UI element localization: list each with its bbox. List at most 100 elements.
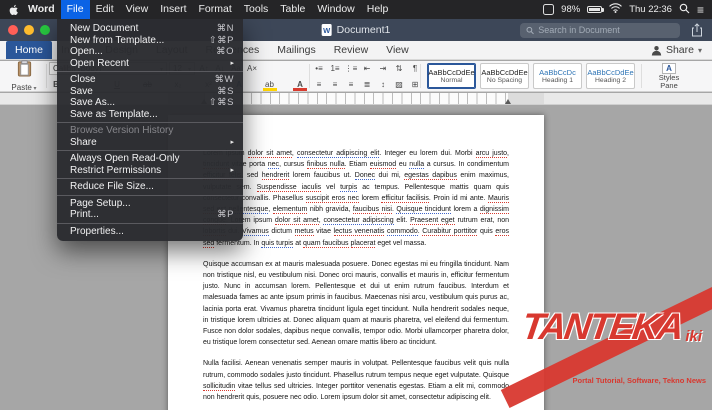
menubar-item-window[interactable]: Window bbox=[311, 0, 360, 19]
numbering-icon[interactable]: 1≡ bbox=[328, 62, 342, 75]
menu-item-shortcut: ⌘W bbox=[214, 74, 234, 85]
file-menu-item[interactable]: Close ⌘W bbox=[57, 74, 243, 86]
file-menu-item[interactable]: Open Recent ▸ bbox=[57, 58, 243, 70]
font-color-icon[interactable]: A bbox=[293, 78, 307, 91]
menubar-item-insert[interactable]: Insert bbox=[154, 0, 192, 19]
file-menu-item[interactable]: Properties... bbox=[57, 226, 243, 238]
menu-item-label: Save as Template... bbox=[70, 108, 158, 120]
style-normal[interactable]: AaBbCcDdEe Normal bbox=[427, 63, 476, 89]
file-menu-item[interactable]: Save ⌘S bbox=[57, 86, 243, 98]
paragraph: Quisque accumsan ex at mauris malesuada … bbox=[203, 260, 509, 347]
search-input[interactable] bbox=[538, 25, 674, 35]
decrease-indent-icon[interactable]: ⇤ bbox=[360, 62, 374, 75]
battery-icon[interactable] bbox=[587, 6, 605, 13]
paragraph-icons-row1: •≡ 1≡ ⋮≡ ⇤ ⇥ ⇅ ¶ bbox=[312, 62, 418, 75]
menubar-item-format[interactable]: Format bbox=[193, 0, 238, 19]
file-menu-item[interactable]: Page Setup... bbox=[57, 198, 243, 210]
align-right-icon[interactable]: ≡ bbox=[344, 78, 358, 91]
search-icon bbox=[526, 26, 534, 34]
style-preview-text: AaBbCcDdEe bbox=[428, 67, 475, 77]
titlebar-share-icon[interactable] bbox=[691, 23, 703, 42]
shading-icon[interactable]: ▨ bbox=[392, 78, 406, 91]
menubar-item-help[interactable]: Help bbox=[361, 0, 395, 19]
menubar-clock[interactable]: Thu 22:36 bbox=[629, 4, 672, 15]
menu-item-label: Save As... bbox=[70, 97, 116, 108]
paragraph: Lorem ipsum dolor sit amet, consectetur … bbox=[203, 150, 510, 248]
file-menu-item[interactable]: Always Open Read-Only bbox=[57, 153, 243, 165]
zoom-window-button[interactable] bbox=[40, 25, 50, 35]
menu-separator bbox=[57, 71, 243, 72]
file-menu-item[interactable]: Reduce File Size... bbox=[57, 181, 243, 193]
justify-icon[interactable]: ≣ bbox=[360, 78, 374, 91]
highlight-color-icon[interactable]: ab bbox=[263, 78, 277, 91]
style-name-label: Heading 2 bbox=[595, 76, 626, 84]
window-title: Document1 bbox=[336, 24, 391, 36]
file-menu-item[interactable]: Restrict Permissions ▸ bbox=[57, 165, 243, 177]
menu-extra-icon[interactable] bbox=[543, 4, 555, 15]
menubar-item-view[interactable]: View bbox=[120, 0, 155, 19]
menubar-item-word[interactable]: Word bbox=[22, 0, 61, 19]
paragraph-icons-row2: ≡ ≡ ≡ ≣ ↕ ▨ ⊞ bbox=[312, 78, 419, 91]
bullets-icon[interactable]: •≡ bbox=[312, 62, 326, 75]
styles-gallery: AaBbCcDdEe Normal AaBbCcDdEe No Spacing AaBb… bbox=[421, 61, 641, 91]
menu-item-label: Reduce File Size... bbox=[70, 181, 154, 192]
person-icon bbox=[651, 45, 662, 55]
file-menu-item[interactable]: Open... ⌘O bbox=[57, 46, 243, 58]
file-menu-item[interactable]: New Document ⌘N bbox=[57, 23, 243, 35]
menu-item-label: Page Setup... bbox=[70, 197, 131, 209]
tab-home[interactable]: Home bbox=[6, 41, 53, 59]
sort-icon[interactable]: ⇅ bbox=[392, 62, 406, 75]
paragraph-group: •≡ 1≡ ⋮≡ ⇤ ⇥ ⇅ ¶ ≡ ≡ ≡ ≣ ↕ ▨ ⊞ bbox=[310, 61, 420, 91]
tab-mailings[interactable]: Mailings bbox=[268, 41, 325, 59]
apple-menu-icon[interactable] bbox=[8, 3, 20, 17]
tab-view[interactable]: View bbox=[377, 41, 418, 59]
menu-separator bbox=[57, 150, 243, 151]
file-menu-item[interactable]: Save as Template... bbox=[57, 109, 243, 121]
ruler-ticks bbox=[204, 93, 508, 104]
multilevel-list-icon[interactable]: ⋮≡ bbox=[344, 62, 358, 75]
styles-pane-button[interactable]: A Styles Pane bbox=[642, 61, 696, 91]
menu-item-label: Share bbox=[70, 136, 97, 148]
style-heading-2[interactable]: AaBbCcDdEe Heading 2 bbox=[586, 63, 635, 89]
menu-item-label: Open... bbox=[70, 46, 103, 57]
menubar-menus: Word File Edit View Insert Format Tools Table Wi… bbox=[22, 0, 394, 19]
style-name-label: Normal bbox=[440, 76, 463, 84]
file-menu: New Document ⌘N New from Template... ⇧⌘P Ope… bbox=[57, 19, 243, 241]
notification-center-icon[interactable] bbox=[697, 3, 704, 17]
menu-separator bbox=[57, 194, 243, 196]
word-document-icon bbox=[321, 24, 332, 36]
chevron-down-icon bbox=[698, 44, 702, 56]
file-menu-item[interactable]: Save As... ⇧⌘S bbox=[57, 97, 243, 109]
clipboard-icon bbox=[17, 60, 32, 82]
wifi-icon[interactable] bbox=[609, 3, 623, 16]
align-left-icon[interactable]: ≡ bbox=[312, 78, 326, 91]
share-button[interactable]: Share bbox=[651, 44, 702, 56]
align-center-icon[interactable]: ≡ bbox=[328, 78, 342, 91]
style-preview-text: AaBbCcDdEe bbox=[481, 67, 528, 77]
style-no-spacing[interactable]: AaBbCcDdEe No Spacing bbox=[480, 63, 529, 89]
menubar-item-table[interactable]: Table bbox=[274, 0, 311, 19]
increase-indent-icon[interactable]: ⇥ bbox=[376, 62, 390, 75]
menubar-item-edit[interactable]: Edit bbox=[90, 0, 120, 19]
document-search-box[interactable] bbox=[520, 22, 680, 38]
menu-item-shortcut: ⇧⌘S bbox=[208, 97, 234, 108]
file-menu-item[interactable]: Print... ⌘P bbox=[57, 209, 243, 221]
file-menu-item[interactable]: New from Template... ⇧⌘P bbox=[57, 35, 243, 47]
menu-item-label: Restrict Permissions bbox=[70, 164, 162, 176]
menubar-item-tools[interactable]: Tools bbox=[238, 0, 275, 19]
menu-item-label: Browse Version History bbox=[70, 125, 174, 136]
menubar-item-file[interactable]: File bbox=[60, 0, 90, 19]
style-heading-1[interactable]: AaBbCcDc Heading 1 bbox=[533, 63, 582, 89]
clear-formatting-icon[interactable]: A× bbox=[245, 62, 259, 75]
paste-button[interactable]: Paste bbox=[2, 60, 46, 92]
tab-review[interactable]: Review bbox=[325, 41, 377, 59]
menu-item-label: Print... bbox=[70, 209, 99, 220]
file-menu-item[interactable]: Share ▸ bbox=[57, 137, 243, 149]
spotlight-search-icon[interactable] bbox=[679, 3, 690, 17]
paste-label: Paste bbox=[11, 83, 36, 92]
right-indent-marker[interactable] bbox=[505, 99, 511, 104]
close-window-button[interactable] bbox=[8, 25, 18, 35]
line-spacing-icon[interactable]: ↕ bbox=[376, 78, 390, 91]
menu-item-label: Save bbox=[70, 85, 93, 97]
minimize-window-button[interactable] bbox=[24, 25, 34, 35]
